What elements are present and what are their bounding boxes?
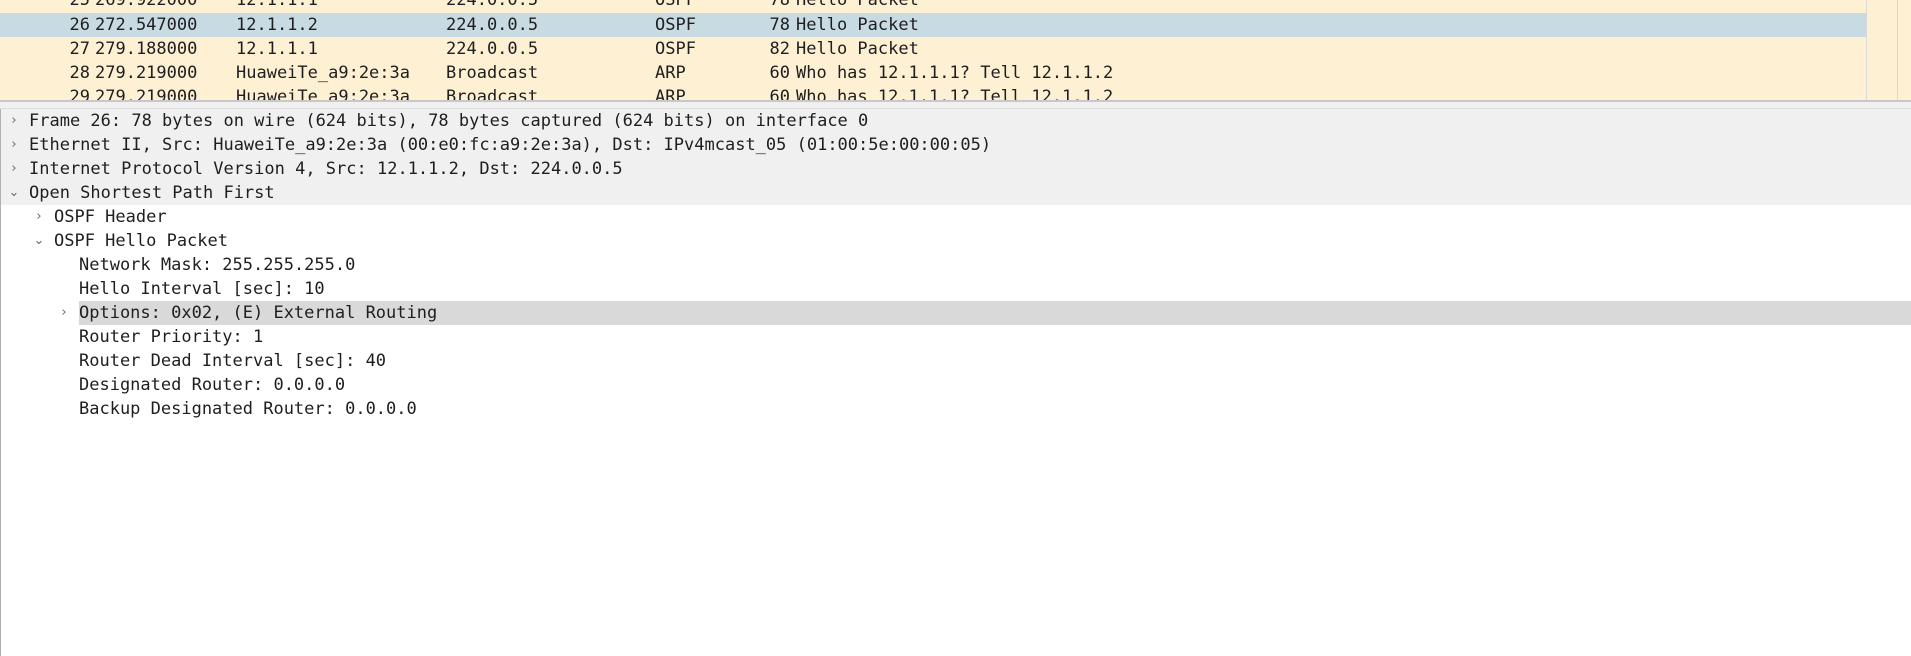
packet-no: 27 <box>69 39 90 59</box>
chevron-down-icon[interactable]: ⌄ <box>32 229 46 253</box>
tree-item-label: Options: 0x02, (E) External Routing <box>79 301 1911 325</box>
tree-item-backup-designated-router[interactable]: Backup Designated Router: 0.0.0.0 <box>1 397 1911 421</box>
packet-source: 12.1.1.1 <box>236 0 318 10</box>
tree-item-frame[interactable]: › Frame 26: 78 bytes on wire (624 bits),… <box>1 109 1911 133</box>
packet-protocol: OSPF <box>655 39 696 59</box>
tree-item-label: Designated Router: 0.0.0.0 <box>79 375 346 395</box>
tree-item-ospf-hello[interactable]: ⌄ OSPF Hello Packet <box>1 229 1911 253</box>
tree-item-ospf[interactable]: ⌄ Open Shortest Path First <box>1 181 1911 205</box>
tree-item-label: Router Priority: 1 <box>79 327 264 347</box>
tree-item-label: Internet Protocol Version 4, Src: 12.1.1… <box>29 159 623 179</box>
packet-source: 12.1.1.1 <box>236 39 318 59</box>
packet-length: 78 <box>769 15 790 35</box>
tree-item-label: OSPF Header <box>54 207 167 227</box>
packet-protocol: OSPF <box>655 0 696 10</box>
chevron-right-icon[interactable]: › <box>57 301 71 325</box>
packet-details-tree[interactable]: › Frame 26: 78 bytes on wire (624 bits),… <box>0 109 1911 656</box>
packet-info: Hello Packet <box>796 15 919 35</box>
tree-item-designated-router[interactable]: Designated Router: 0.0.0.0 <box>1 373 1911 397</box>
tree-item-label: Router Dead Interval [sec]: 40 <box>79 351 387 371</box>
tree-item-hello-interval[interactable]: Hello Interval [sec]: 10 <box>1 277 1911 301</box>
packet-destination: 224.0.0.5 <box>446 15 539 35</box>
packet-no: 26 <box>69 15 90 35</box>
chevron-right-icon[interactable]: › <box>7 157 21 181</box>
chevron-down-icon[interactable]: ⌄ <box>7 181 21 205</box>
tree-item-label: Ethernet II, Src: HuaweiTe_a9:2e:3a (00:… <box>29 135 992 155</box>
tree-item-router-priority[interactable]: Router Priority: 1 <box>1 325 1911 349</box>
packet-row[interactable]: 28 279.219000 HuaweiTe_a9:2e:3a Broadcas… <box>0 61 1866 85</box>
tree-item-label: OSPF Hello Packet <box>54 231 228 251</box>
packet-info: Hello Packet <box>796 39 919 59</box>
packet-length: 82 <box>769 39 790 59</box>
packet-destination: 224.0.0.5 <box>446 39 539 59</box>
tree-item-ethernet[interactable]: › Ethernet II, Src: HuaweiTe_a9:2e:3a (0… <box>1 133 1911 157</box>
chevron-right-icon[interactable]: › <box>32 205 46 229</box>
packet-source: HuaweiTe_a9:2e:3a <box>236 63 410 83</box>
packet-protocol: OSPF <box>655 15 696 35</box>
packet-row[interactable]: 25 269.922000 12.1.1.1 224.0.0.5 OSPF 78… <box>0 0 1866 12</box>
chevron-right-icon[interactable]: › <box>7 109 21 133</box>
packet-time: 279.219000 <box>95 63 198 83</box>
packet-length: 60 <box>769 63 790 83</box>
packet-row-selected[interactable]: 26 272.547000 12.1.1.2 224.0.0.5 OSPF 78… <box>0 13 1866 37</box>
packet-destination: Broadcast <box>446 63 539 83</box>
tree-item-options[interactable]: › Options: 0x02, (E) External Routing <box>1 301 1911 325</box>
packet-time: 269.922000 <box>95 0 198 10</box>
packet-list[interactable]: 25 269.922000 12.1.1.1 224.0.0.5 OSPF 78… <box>0 0 1911 103</box>
tree-item-router-dead-interval[interactable]: Router Dead Interval [sec]: 40 <box>1 349 1911 373</box>
tree-item-ospf-header[interactable]: › OSPF Header <box>1 205 1911 229</box>
tree-item-ip[interactable]: › Internet Protocol Version 4, Src: 12.1… <box>1 157 1911 181</box>
packet-source: 12.1.1.2 <box>236 15 318 35</box>
pane-splitter[interactable] <box>0 102 1911 109</box>
packet-length: 78 <box>769 0 790 10</box>
tree-item-label: Network Mask: 255.255.255.0 <box>79 255 356 275</box>
tree-item-label: Open Shortest Path First <box>29 183 275 203</box>
tree-item-label: Backup Designated Router: 0.0.0.0 <box>79 399 417 419</box>
tree-item-label: Hello Interval [sec]: 10 <box>79 279 325 299</box>
packet-info: Who has 12.1.1.1? Tell 12.1.1.2 <box>796 63 1114 83</box>
chevron-right-icon[interactable]: › <box>7 133 21 157</box>
tree-item-network-mask[interactable]: Network Mask: 255.255.255.0 <box>1 253 1911 277</box>
tree-item-label: Frame 26: 78 bytes on wire (624 bits), 7… <box>29 111 869 131</box>
packet-time: 279.188000 <box>95 39 198 59</box>
packet-no: 25 <box>69 0 90 10</box>
packet-no: 28 <box>69 63 90 83</box>
packet-row[interactable]: 27 279.188000 12.1.1.1 224.0.0.5 OSPF 82… <box>0 37 1866 61</box>
packet-time: 272.547000 <box>95 15 198 35</box>
packet-list-scrollbar[interactable] <box>1866 0 1898 100</box>
packet-destination: 224.0.0.5 <box>446 0 539 10</box>
packet-info: Hello Packet <box>796 0 919 10</box>
packet-protocol: ARP <box>655 63 686 83</box>
